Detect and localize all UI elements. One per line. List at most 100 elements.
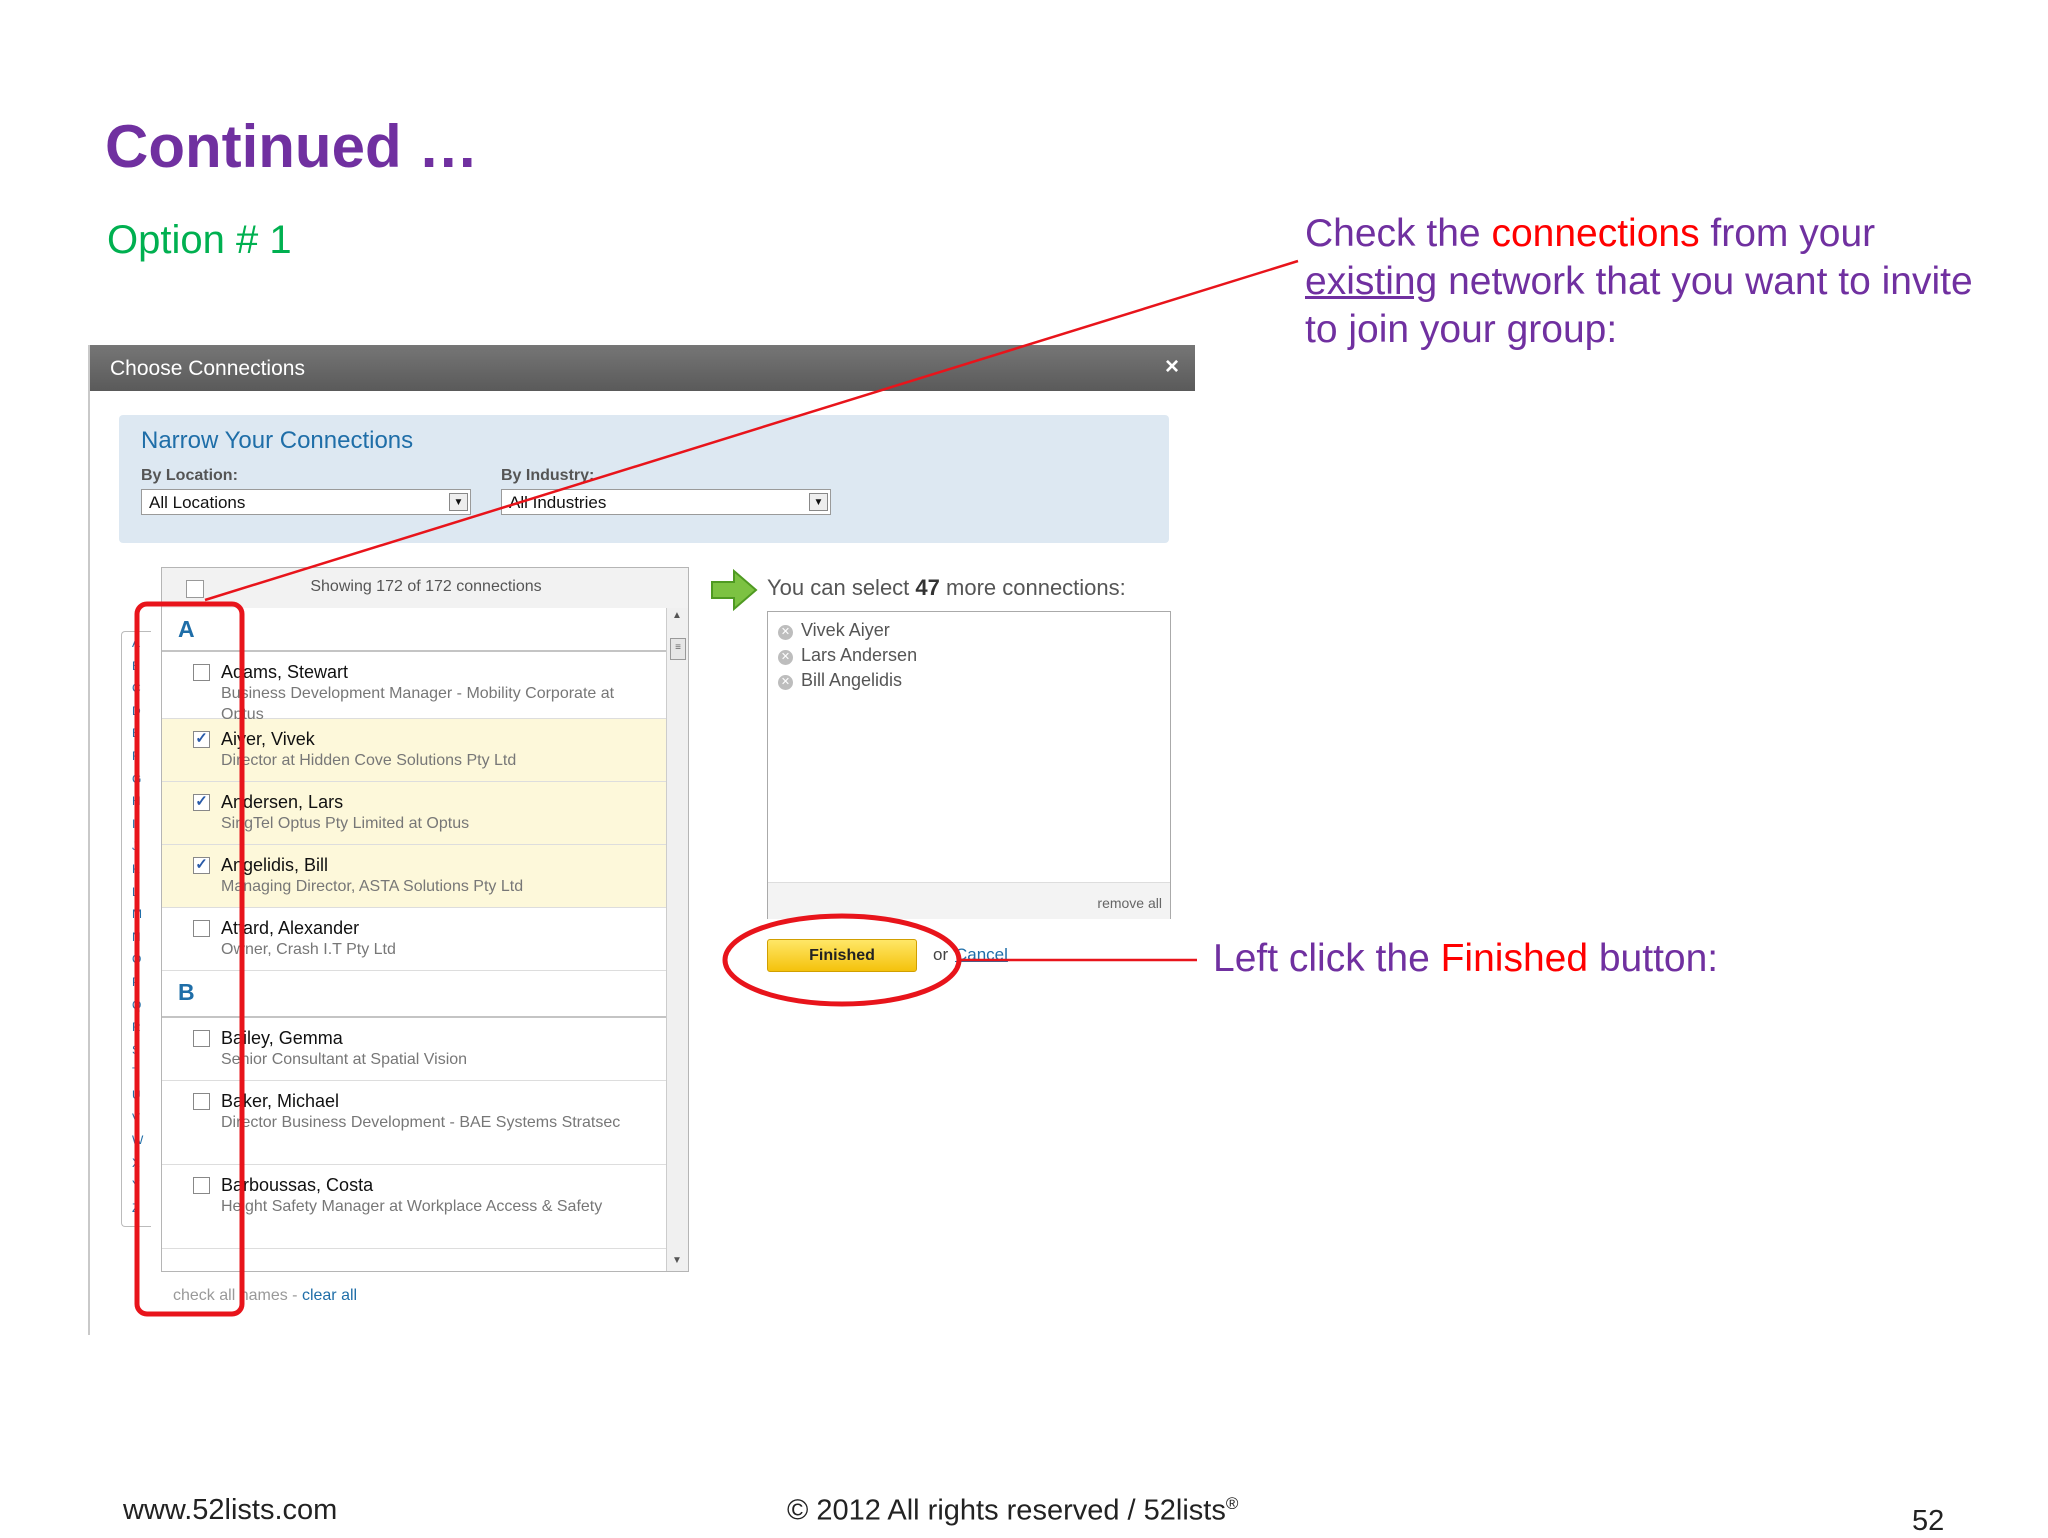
selected-name: Lars Andersen <box>801 645 918 665</box>
dialog-title: Choose Connections <box>110 357 305 380</box>
connection-title: Managing Director, ASTA Solutions Pty Lt… <box>221 878 524 895</box>
alphabet-letter-d[interactable]: D <box>132 704 141 718</box>
clear-all-link[interactable]: clear all <box>302 1287 357 1304</box>
connection-checkbox[interactable] <box>193 920 210 937</box>
alphabet-letter-j[interactable]: J <box>132 839 138 853</box>
callout1-part1: Check the <box>1305 212 1492 255</box>
connection-title: Owner, Crash I.T Pty Ltd <box>221 941 396 958</box>
select-all-checkbox[interactable] <box>186 580 204 598</box>
location-select[interactable]: All Locations ▼ <box>141 489 471 515</box>
alphabet-letter-y[interactable]: Y <box>132 1178 140 1192</box>
list-item[interactable]: Adams, Stewart Business Development Mana… <box>162 652 666 723</box>
alphabet-letter-p[interactable]: P <box>132 975 140 989</box>
selected-item: ✕ Vivek Aiyer <box>778 620 890 641</box>
alphabet-letter-w[interactable]: W <box>132 1133 143 1147</box>
group-header-b: B <box>162 971 666 1018</box>
remove-icon[interactable]: ✕ <box>778 625 793 640</box>
selection-count: 47 <box>915 575 940 600</box>
alphabet-letter-h[interactable]: H <box>132 794 141 808</box>
selected-item: ✕ Bill Angelidis <box>778 670 902 691</box>
alphabet-letter-b[interactable]: B <box>132 659 140 673</box>
chevron-down-icon[interactable]: ▼ <box>449 493 468 511</box>
alphabet-letter-s[interactable]: S <box>132 1043 140 1057</box>
footer-separator: - <box>287 1287 302 1304</box>
list-item[interactable]: Baker, Michael Director Business Develop… <box>162 1081 666 1165</box>
connection-name: Angelidis, Bill <box>221 855 329 875</box>
connection-checkbox[interactable] <box>193 1030 210 1047</box>
alphabet-letter-u[interactable]: U <box>132 1088 141 1102</box>
page-number: 52 <box>1912 1505 1945 1537</box>
check-all-link[interactable]: check all names <box>173 1287 288 1304</box>
finished-button[interactable]: Finished <box>767 939 917 972</box>
alphabet-letter-m[interactable]: M <box>132 907 142 921</box>
alphabet-letter-o[interactable]: O <box>132 952 141 966</box>
alphabet-letter-e[interactable]: E <box>132 726 140 740</box>
connection-title: Director Business Development - BAE Syst… <box>221 1114 621 1131</box>
alphabet-letter-i[interactable]: I <box>132 817 135 831</box>
connection-name: Attard, Alexander <box>221 918 360 938</box>
group-letter: B <box>178 979 195 1005</box>
alphabet-letter-a[interactable]: A <box>132 636 140 650</box>
narrow-connections-panel: Narrow Your Connections By Location: By … <box>119 415 1169 543</box>
connection-checkbox[interactable] <box>193 1093 210 1110</box>
connection-name: Bailey, Gemma <box>221 1028 343 1048</box>
selected-name: Vivek Aiyer <box>801 620 890 640</box>
connection-checkbox-checked[interactable]: ✓ <box>193 794 210 811</box>
list-scrollbar[interactable]: ▲ ≡ ▼ <box>666 608 688 1271</box>
alphabet-letter-v[interactable]: V <box>132 1111 140 1125</box>
industry-select[interactable]: All Industries ▼ <box>501 489 831 515</box>
connection-checkbox[interactable] <box>193 1177 210 1194</box>
connection-checkbox-checked[interactable]: ✓ <box>193 857 210 874</box>
slide-title: Continued … <box>105 113 479 180</box>
list-item[interactable]: ✓ Angelidis, Bill Managing Director, AST… <box>162 845 666 908</box>
cancel-link[interactable]: Cancel <box>955 945 1008 965</box>
selected-name: Bill Angelidis <box>801 670 903 690</box>
alphabet-letter-f[interactable]: F <box>132 749 139 763</box>
showing-count: Showing 172 of 172 connections <box>310 578 542 595</box>
connection-name: Adams, Stewart <box>221 662 349 682</box>
close-icon[interactable]: × <box>1165 353 1179 381</box>
group-header-a: A <box>162 608 666 652</box>
alphabet-letter-g[interactable]: G <box>132 772 141 786</box>
connection-title: Senior Consultant at Spatial Vision <box>221 1051 468 1068</box>
callout2-highlight: Finished <box>1440 937 1589 980</box>
list-item[interactable]: Barboussas, Costa Height Safety Manager … <box>162 1165 666 1249</box>
option-label: Option # 1 <box>107 218 292 262</box>
alphabet-letter-l[interactable]: L <box>132 885 139 899</box>
connection-name: Barboussas, Costa <box>221 1175 374 1195</box>
list-item[interactable]: ✓ Aiyer, Vivek Director at Hidden Cove S… <box>162 719 666 782</box>
callout-finished: Left click the Finished button: <box>1213 935 1718 983</box>
alphabet-letter-c[interactable]: C <box>132 681 141 695</box>
chevron-down-icon[interactable]: ▼ <box>809 493 828 511</box>
location-select-value: All Locations <box>149 493 246 512</box>
alphabet-letter-t[interactable]: T <box>132 1065 139 1079</box>
connection-checkbox-checked[interactable]: ✓ <box>193 731 210 748</box>
list-item[interactable]: Bailey, Gemma Senior Consultant at Spati… <box>162 1018 666 1081</box>
remove-icon[interactable]: ✕ <box>778 650 793 665</box>
callout2-part2: button: <box>1588 937 1719 980</box>
connection-checkbox[interactable] <box>193 664 210 681</box>
remove-bar: remove all <box>768 882 1170 919</box>
scroll-thumb[interactable]: ≡ <box>670 638 686 660</box>
callout2-part1: Left click the <box>1213 937 1441 980</box>
scroll-up-icon[interactable]: ▲ <box>672 610 682 621</box>
scroll-down-icon[interactable]: ▼ <box>672 1255 682 1266</box>
alphabet-letter-z[interactable]: Z <box>132 1201 139 1215</box>
narrow-heading: Narrow Your Connections <box>141 427 414 454</box>
alphabet-letter-r[interactable]: R <box>132 1020 141 1034</box>
footer-website: www.52lists.com <box>123 1494 338 1526</box>
selection-prefix: You can select <box>767 575 916 600</box>
remove-icon[interactable]: ✕ <box>778 675 793 690</box>
list-footer: check all names - clear all <box>173 1287 357 1305</box>
group-letter: A <box>178 616 195 642</box>
remove-all-link[interactable]: remove all <box>1097 895 1162 911</box>
alphabet-letter-k[interactable]: K <box>132 862 140 876</box>
list-item[interactable]: ✓ Andersen, Lars SingTel Optus Pty Limit… <box>162 782 666 845</box>
location-label: By Location: <box>141 467 238 484</box>
alphabet-letter-q[interactable]: Q <box>132 998 141 1012</box>
alphabet-letter-x[interactable]: X <box>132 1156 140 1170</box>
alphabet-letter-n[interactable]: N <box>132 930 141 944</box>
alphabet-index: ABCDEFGHIJKLMNOPQRSTUVWXYZ <box>121 631 151 1227</box>
list-item[interactable]: Attard, Alexander Owner, Crash I.T Pty L… <box>162 908 666 971</box>
selection-suffix: more connections: <box>939 575 1126 600</box>
